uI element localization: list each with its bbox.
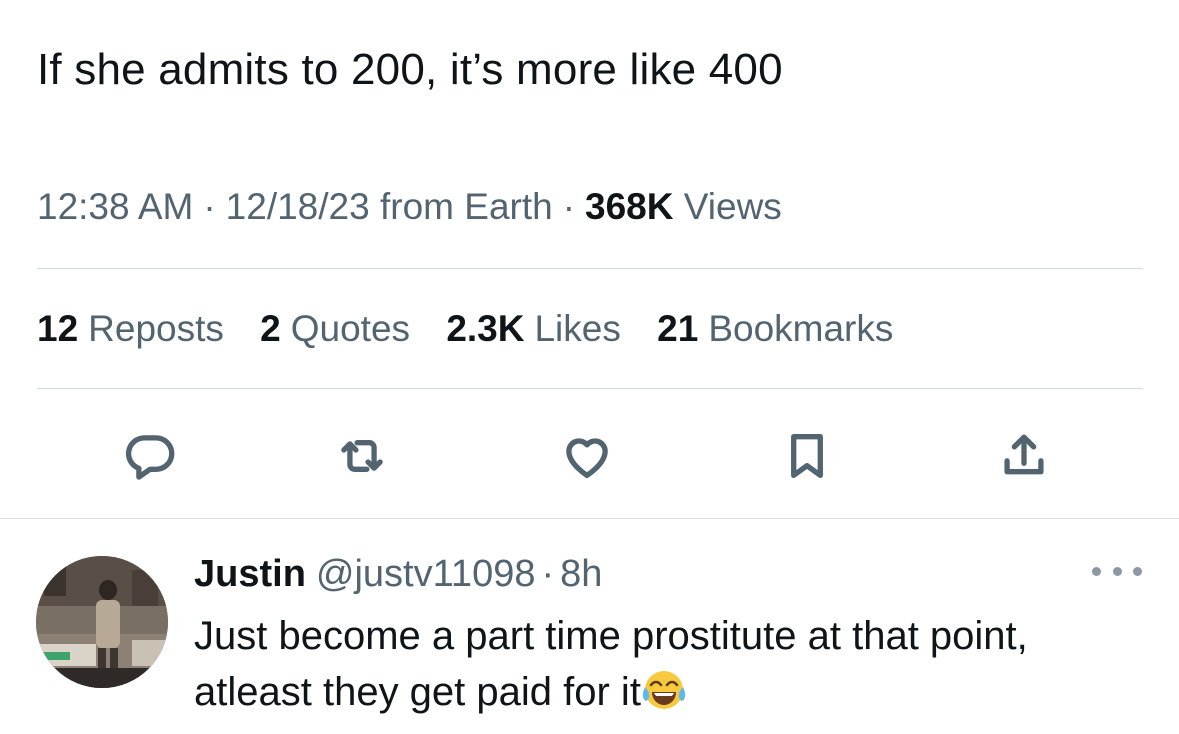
stat-label: Quotes [290, 308, 411, 349]
more-dot [1133, 566, 1142, 576]
reply-separator: · [541, 553, 555, 595]
stat-count: 21 [657, 308, 699, 349]
repost-icon [341, 440, 383, 472]
stat-likes[interactable]: 2.3K Likes [446, 308, 621, 349]
avatar[interactable] [36, 556, 168, 688]
tweet-source: from Earth [379, 186, 553, 227]
tweet-detail: If she admits to 200, it’s more like 400… [0, 0, 1179, 734]
action-bar [0, 424, 1179, 488]
engagement-stats: 12 Reposts 2 Quotes 2.3K Likes 21 Bookmarks [37, 306, 919, 352]
more-dot [1092, 566, 1101, 576]
bookmark-button[interactable] [775, 424, 839, 488]
meta-separator: · [203, 186, 216, 227]
like-icon [566, 438, 608, 478]
reply-button[interactable] [118, 424, 182, 488]
divider [0, 518, 1179, 519]
tweet-time[interactable]: 12:38 AM [37, 186, 193, 227]
tweet-date[interactable]: 12/18/23 [226, 186, 370, 227]
avatar-photo [36, 556, 168, 688]
like-button[interactable] [555, 424, 619, 488]
reply-author-name[interactable]: Justin [194, 553, 306, 595]
share-icon [1004, 434, 1044, 475]
meta-separator: · [562, 186, 576, 227]
stat-reposts[interactable]: 12 Reposts [37, 308, 224, 349]
divider [37, 268, 1143, 269]
stat-count: 12 [37, 308, 79, 349]
stat-bookmarks[interactable]: 21 Bookmarks [657, 308, 893, 349]
tweet-text: If she admits to 200, it’s more like 400 [37, 45, 783, 94]
reply-author-handle[interactable]: @justv11098 [316, 553, 536, 595]
views-count: 368K [585, 186, 674, 227]
share-button[interactable] [992, 424, 1056, 488]
repost-button[interactable] [330, 424, 394, 488]
reply-header: Justin @justv11098 · 8h [194, 550, 602, 598]
bookmark-icon [791, 434, 823, 478]
stat-count: 2 [260, 308, 281, 349]
stat-label: Likes [534, 308, 621, 349]
more-options-icon[interactable] [1092, 556, 1142, 586]
reply-time[interactable]: 8h [560, 553, 602, 595]
reply-text: Just become a part time prostitute at th… [194, 614, 1028, 714]
views-label: Views [683, 186, 782, 227]
reply-text-block: Just become a part time prostitute at th… [194, 608, 1154, 720]
divider [37, 388, 1143, 389]
tweet-meta: 12:38 AM · 12/18/23 from Earth · 368K Views [37, 184, 782, 230]
more-dot [1112, 566, 1122, 576]
stat-count: 2.3K [446, 308, 525, 349]
reply-icon [125, 435, 175, 480]
stat-label: Bookmarks [708, 308, 894, 349]
face-with-tears-of-joy-icon [642, 671, 686, 709]
stat-label: Reposts [88, 308, 224, 349]
stat-quotes[interactable]: 2 Quotes [260, 308, 410, 349]
